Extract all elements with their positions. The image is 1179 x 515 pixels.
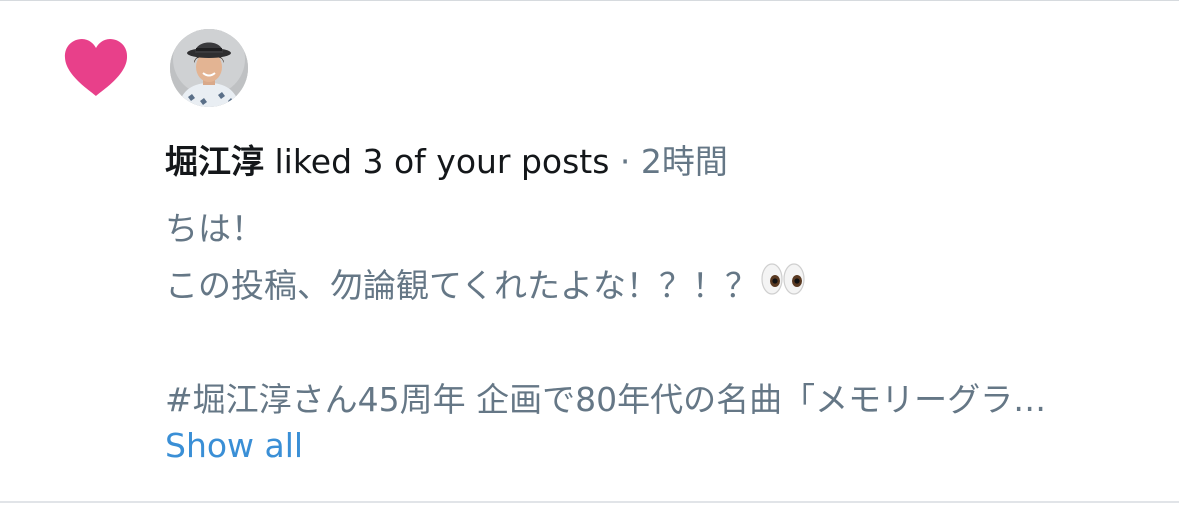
show-all-link[interactable]: Show all (165, 424, 303, 468)
action-text: liked 3 of your posts (264, 142, 610, 181)
timestamp: 2時間 (640, 142, 728, 181)
notification-headline: 堀江淳 liked 3 of your posts · 2時間 (165, 140, 728, 184)
heart-icon (62, 38, 130, 98)
post-preview[interactable]: ちは！ この投稿、勿論観てくれたよな！？！？ #堀江淳さん45周年 企画で80年… (165, 200, 1155, 428)
bottom-divider (0, 501, 1179, 503)
post-line-hashtag: #堀江淳さん45周年 企画で80年代の名曲「メモリーグラ… (165, 380, 1047, 419)
separator: · (609, 142, 641, 181)
avatar[interactable] (170, 29, 248, 107)
like-notification[interactable]: 堀江淳 liked 3 of your posts · 2時間 ちは！ この投稿… (0, 0, 1179, 501)
eyes-emoji (760, 257, 806, 313)
post-line: ちは！ (165, 209, 264, 248)
post-line-blank (165, 314, 1155, 371)
user-name[interactable]: 堀江淳 (165, 142, 264, 181)
post-line-with-emoji: この投稿、勿論観てくれたよな！？！？ (165, 257, 1155, 314)
post-line-text: この投稿、勿論観てくれたよな！？！？ (165, 266, 759, 305)
